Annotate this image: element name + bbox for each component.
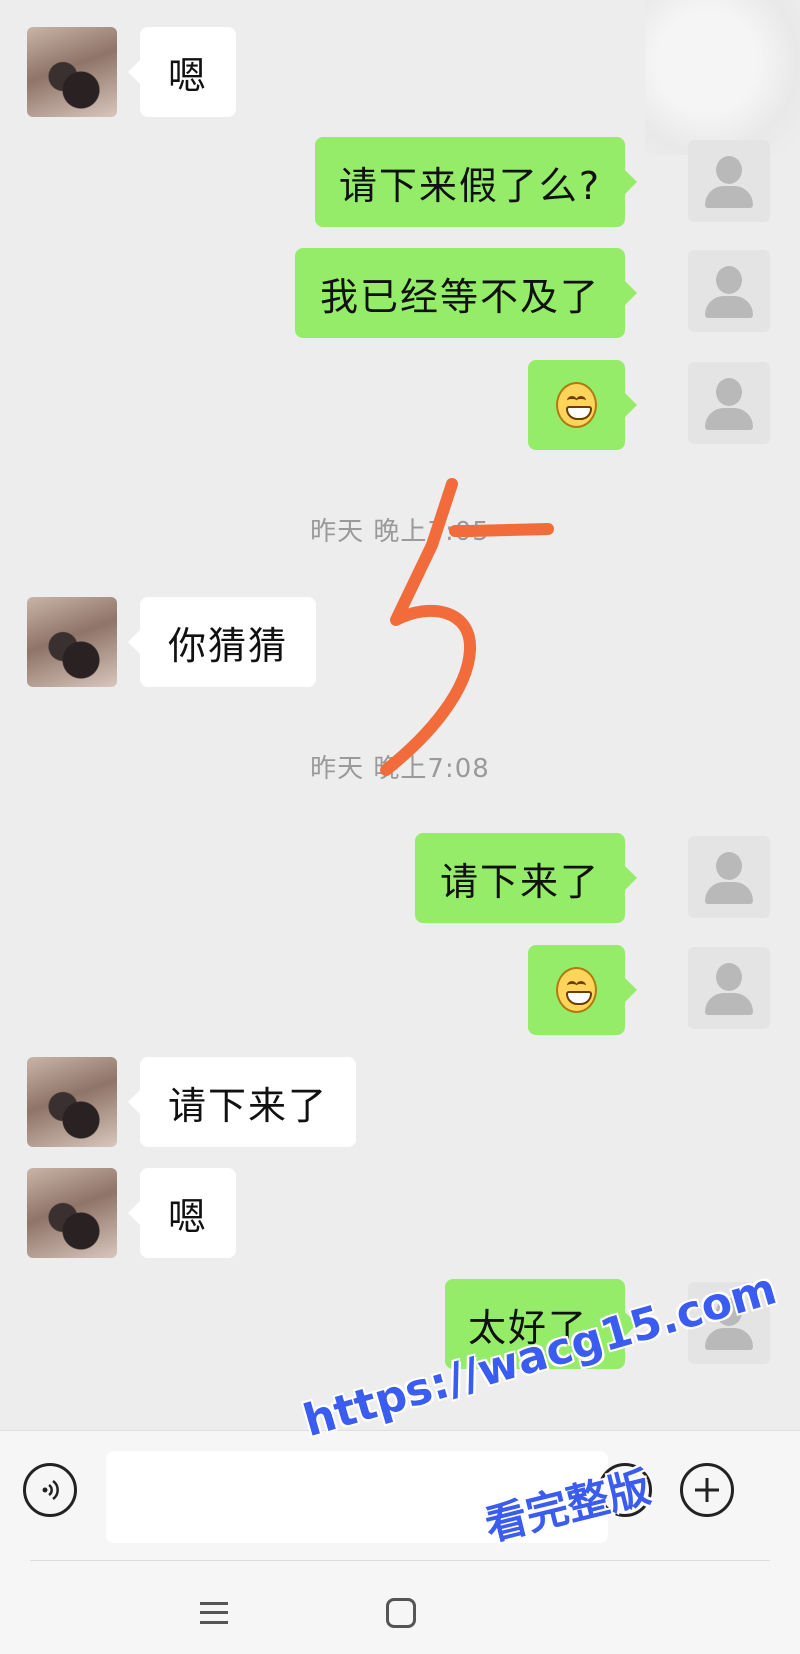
message-text: 你猜猜 [168, 623, 289, 668]
contact-avatar[interactable] [27, 597, 117, 687]
message-bubble-incoming[interactable]: 嗯 [127, 27, 237, 117]
voice-icon [42, 1479, 59, 1501]
grin-emoji-icon [556, 967, 597, 1013]
message-text: 请下来了 [440, 859, 601, 904]
self-avatar-placeholder-icon[interactable] [688, 250, 770, 332]
message-bubble-outgoing[interactable]: 请下来了 [415, 833, 637, 923]
timestamp: 昨天 晚上7:05 [310, 517, 490, 547]
self-avatar-placeholder-icon[interactable] [688, 836, 770, 918]
message-bubble-incoming[interactable]: 你猜猜 [127, 597, 317, 687]
home-icon[interactable] [386, 1598, 416, 1628]
chat-area: 嗯 请下来假了么? 我已经等不及了 昨天 晚上7:05 你猜猜 昨天 晚上7:0… [0, 0, 800, 1430]
more-button[interactable] [680, 1463, 734, 1517]
grin-emoji-icon [556, 382, 597, 428]
system-nav-bar [0, 1560, 800, 1654]
message-bubble-incoming[interactable]: 请下来了 [127, 1057, 357, 1147]
divider [30, 1560, 770, 1561]
self-avatar-placeholder-icon[interactable] [688, 362, 770, 444]
blurred-region [645, 0, 800, 155]
voice-button[interactable] [23, 1463, 77, 1517]
self-avatar-placeholder-icon[interactable] [688, 947, 770, 1029]
contact-avatar[interactable] [27, 1057, 117, 1147]
message-bubble-outgoing[interactable] [528, 360, 637, 450]
message-bubble-incoming[interactable]: 嗯 [127, 1168, 237, 1258]
input-bar [0, 1430, 800, 1561]
message-bubble-outgoing[interactable]: 我已经等不及了 [295, 248, 637, 338]
message-bubble-outgoing[interactable] [528, 945, 637, 1035]
message-text: 我已经等不及了 [320, 274, 601, 319]
contact-avatar[interactable] [27, 27, 117, 117]
menu-icon[interactable] [200, 1602, 228, 1624]
message-text: 请下来了 [168, 1083, 329, 1128]
timestamp: 昨天 晚上7:08 [310, 754, 490, 784]
message-text: 嗯 [168, 1194, 209, 1239]
message-bubble-outgoing[interactable]: 请下来假了么? [315, 137, 637, 227]
plus-icon [695, 1478, 719, 1502]
message-text: 请下来假了么? [338, 163, 602, 208]
message-text: 嗯 [168, 53, 209, 98]
contact-avatar[interactable] [27, 1168, 117, 1258]
self-avatar-placeholder-icon[interactable] [688, 140, 770, 222]
